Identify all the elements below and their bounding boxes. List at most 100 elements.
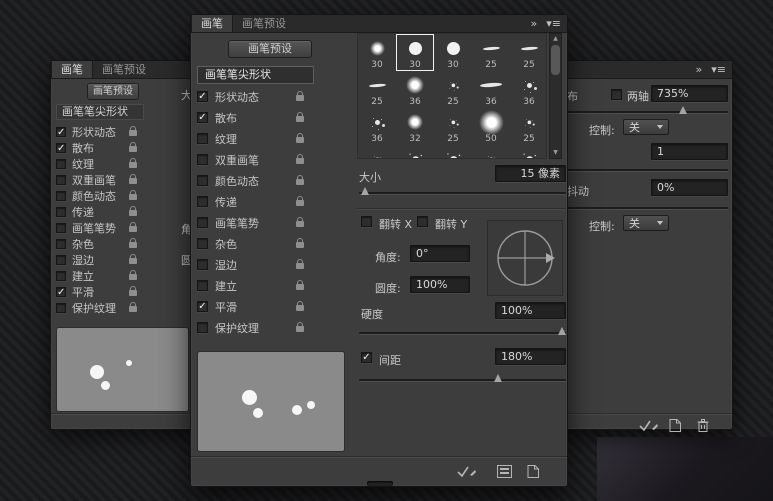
preset-manager-icon[interactable] xyxy=(497,463,512,482)
panel-resize-grip[interactable] xyxy=(367,481,393,486)
lock-icon[interactable] xyxy=(296,242,304,248)
spacing-checkbox[interactable] xyxy=(361,352,372,363)
setting-item[interactable]: 平滑 xyxy=(197,296,314,317)
setting-label[interactable]: 纹理 xyxy=(72,156,94,172)
spacing-field[interactable]: 180% xyxy=(495,348,566,365)
setting-item[interactable]: 纹理 xyxy=(56,156,140,172)
tab-brush[interactable]: 画笔 xyxy=(51,61,93,78)
setting-checkbox[interactable] xyxy=(56,255,66,265)
setting-checkbox[interactable] xyxy=(56,223,66,233)
setting-item[interactable]: 杂色 xyxy=(197,233,314,254)
brush-preset-cell[interactable]: 36 xyxy=(396,71,434,108)
scatter-value-field[interactable]: 735% xyxy=(651,85,728,102)
flip-x-checkbox[interactable] xyxy=(361,216,372,227)
setting-item[interactable]: 杂色 xyxy=(56,236,140,252)
setting-label[interactable]: 散布 xyxy=(72,140,94,156)
roundness-field[interactable]: 100% xyxy=(410,276,470,293)
lock-icon[interactable] xyxy=(296,158,304,164)
angle-dial[interactable] xyxy=(487,220,563,296)
lock-icon[interactable] xyxy=(129,162,137,168)
lock-icon[interactable] xyxy=(296,326,304,332)
setting-item[interactable]: 颜色动态 xyxy=(56,188,140,204)
tab-brush-presets[interactable]: 画笔预设 xyxy=(93,61,155,78)
setting-checkbox[interactable] xyxy=(56,303,66,313)
setting-item[interactable]: 散布 xyxy=(56,140,140,156)
setting-label[interactable]: 平滑 xyxy=(215,299,237,315)
hardness-field[interactable]: 100% xyxy=(495,302,566,319)
document-canvas[interactable] xyxy=(597,437,773,501)
count-jitter-slider[interactable] xyxy=(561,207,728,210)
setting-checkbox[interactable] xyxy=(56,287,66,297)
setting-checkbox[interactable] xyxy=(56,239,66,249)
spacing-slider[interactable] xyxy=(359,379,566,382)
setting-checkbox[interactable] xyxy=(197,133,208,144)
slider-handle[interactable] xyxy=(558,327,566,335)
collapse-panel-icon[interactable]: » xyxy=(696,61,703,79)
count-jitter-field[interactable]: 0% xyxy=(651,179,728,196)
brush-preset-cell[interactable]: 50 xyxy=(396,145,434,159)
panel-menu-icon[interactable]: ▾≡ xyxy=(711,61,726,79)
setting-item[interactable]: 画笔笔势 xyxy=(56,220,140,236)
setting-checkbox[interactable] xyxy=(56,191,66,201)
scroll-up-icon[interactable]: ▲ xyxy=(550,34,561,44)
brush-preset-cell[interactable]: 36 xyxy=(358,108,396,145)
lock-icon[interactable] xyxy=(129,210,137,216)
setting-label[interactable]: 画笔笔势 xyxy=(72,220,116,236)
setting-label[interactable]: 双重画笔 xyxy=(72,172,116,188)
brush-preset-cell[interactable]: 25 xyxy=(510,34,547,71)
lock-icon[interactable] xyxy=(129,258,137,264)
setting-checkbox[interactable] xyxy=(197,301,208,312)
setting-label[interactable]: 杂色 xyxy=(215,236,237,252)
setting-checkbox[interactable] xyxy=(56,159,66,169)
lock-icon[interactable] xyxy=(296,116,304,122)
collapse-panel-icon[interactable]: » xyxy=(531,15,538,33)
setting-item[interactable]: 平滑 xyxy=(56,284,140,300)
lock-icon[interactable] xyxy=(296,179,304,185)
size-slider[interactable] xyxy=(359,192,566,195)
setting-label[interactable]: 杂色 xyxy=(72,236,94,252)
brush-preset-cell[interactable]: 71 xyxy=(434,145,472,159)
count-field[interactable]: 1 xyxy=(651,143,728,160)
tab-brush-presets[interactable]: 画笔预设 xyxy=(233,15,295,32)
setting-checkbox[interactable] xyxy=(56,175,66,185)
hardness-slider[interactable] xyxy=(359,332,566,335)
setting-item[interactable]: 传递 xyxy=(56,204,140,220)
lock-icon[interactable] xyxy=(129,194,137,200)
lock-icon[interactable] xyxy=(296,263,304,269)
setting-label[interactable]: 平滑 xyxy=(72,284,94,300)
setting-item[interactable]: 画笔笔势 xyxy=(197,212,314,233)
brush-preset-cell[interactable]: 25 xyxy=(358,145,396,159)
lock-icon[interactable] xyxy=(129,226,137,232)
lock-icon[interactable] xyxy=(296,284,304,290)
lock-icon[interactable] xyxy=(296,200,304,206)
setting-checkbox[interactable] xyxy=(197,175,208,186)
setting-item[interactable]: 形状动态 xyxy=(197,86,314,107)
grid-scrollbar[interactable]: ▲ ▼ xyxy=(549,33,562,159)
setting-checkbox[interactable] xyxy=(197,217,208,228)
setting-label[interactable]: 保护纹理 xyxy=(72,300,116,316)
delete-brush-icon[interactable] xyxy=(697,417,709,436)
setting-label[interactable]: 散布 xyxy=(215,110,237,126)
setting-label[interactable]: 保护纹理 xyxy=(215,320,259,336)
brush-preset-cell[interactable]: 25 xyxy=(434,108,472,145)
angle-field[interactable]: 0° xyxy=(410,245,470,262)
setting-item[interactable]: 传递 xyxy=(197,191,314,212)
tab-brush[interactable]: 画笔 xyxy=(191,15,233,32)
brush-preset-cell[interactable]: 25 xyxy=(358,71,396,108)
setting-checkbox[interactable] xyxy=(56,127,66,137)
setting-item[interactable]: 形状动态 xyxy=(56,124,140,140)
setting-label[interactable]: 传递 xyxy=(72,204,94,220)
brush-preset-cell[interactable]: 25 xyxy=(472,34,510,71)
lock-icon[interactable] xyxy=(296,95,304,101)
setting-checkbox[interactable] xyxy=(197,91,208,102)
setting-checkbox[interactable] xyxy=(56,271,66,281)
brush-preset-cell[interactable]: 50 xyxy=(510,145,547,159)
setting-checkbox[interactable] xyxy=(197,280,208,291)
setting-item[interactable]: 纹理 xyxy=(197,128,314,149)
lock-icon[interactable] xyxy=(129,178,137,184)
scatter-slider[interactable] xyxy=(561,111,728,114)
lock-icon[interactable] xyxy=(129,290,137,296)
setting-label[interactable]: 建立 xyxy=(215,278,237,294)
brush-preview-toggle-icon[interactable] xyxy=(457,463,477,482)
brush-preset-cell[interactable]: 32 xyxy=(396,108,434,145)
